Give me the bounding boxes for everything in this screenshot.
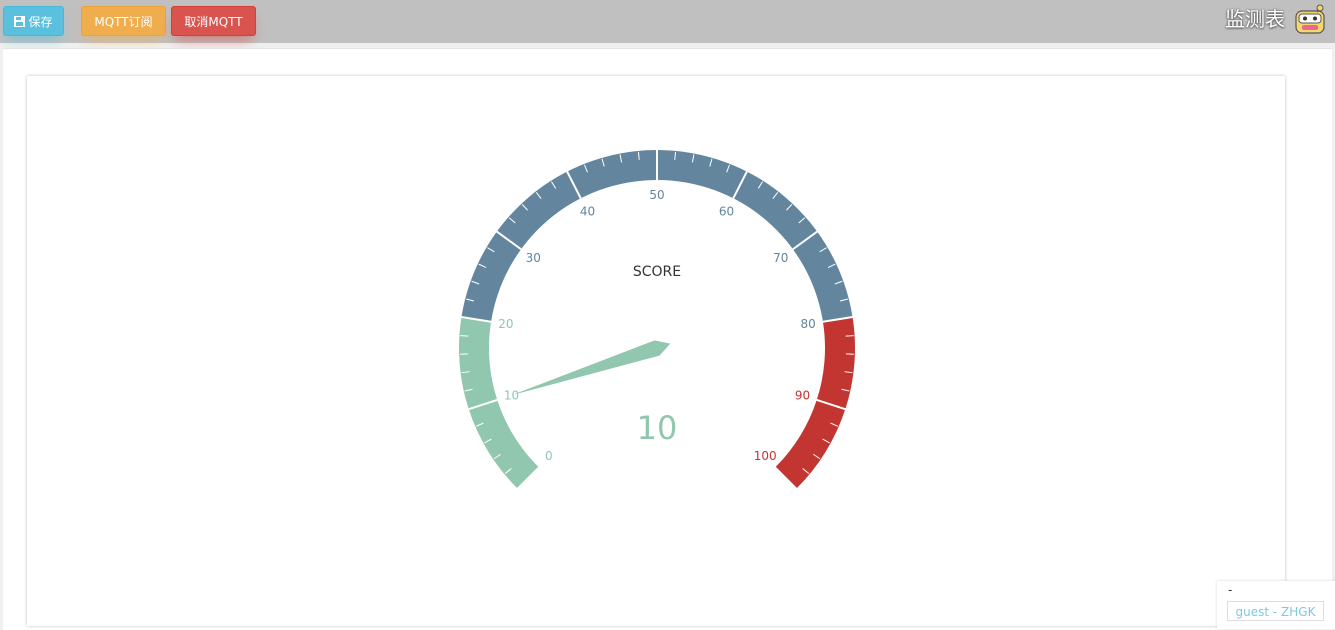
gauge-tick-label: 90 [795, 388, 810, 402]
gauge-tick-label: 20 [498, 317, 513, 331]
save-button[interactable]: 保存 [3, 6, 64, 36]
cancel-mqtt-button[interactable]: 取消MQTT [171, 6, 256, 36]
gauge-card: 0102030405060708090100 SCORE 10 [27, 76, 1285, 626]
gauge-minor-tick [460, 336, 468, 337]
gauge-tick-label: 80 [800, 317, 815, 331]
gauge-tick-label: 40 [580, 205, 595, 219]
gauge-tick-label: 100 [754, 449, 777, 463]
gauge-value: 10 [637, 409, 678, 447]
gauge-tick-label: 50 [649, 188, 664, 202]
save-icon [14, 16, 25, 27]
page-title: 监测表 [1225, 5, 1285, 33]
gauge-tick-label: 70 [773, 251, 788, 265]
user-tag[interactable]: guest - ZHGK [1227, 601, 1324, 621]
gauge-band-0 [459, 317, 538, 488]
gauge-band-2 [776, 317, 855, 488]
gauge-minor-tick [846, 336, 854, 337]
gauge-tick-label: 0 [545, 449, 553, 463]
save-button-label: 保存 [28, 15, 52, 29]
user-panel: - guest - ZHGK [1217, 581, 1335, 629]
gauge-title: SCORE [633, 264, 681, 280]
mqtt-subscribe-button[interactable]: MQTT订阅 [81, 6, 166, 36]
score-gauge: 0102030405060708090100 SCORE 10 [27, 76, 1285, 626]
user-panel-dash: - [1228, 583, 1232, 597]
gauge-needle [511, 340, 670, 395]
mascot-icon [1293, 3, 1327, 37]
gauge-tick-label: 30 [526, 251, 541, 265]
toolbar: 保存 MQTT订阅 取消MQTT 监测表 [0, 0, 1335, 43]
gauge-tick-label: 60 [719, 205, 734, 219]
